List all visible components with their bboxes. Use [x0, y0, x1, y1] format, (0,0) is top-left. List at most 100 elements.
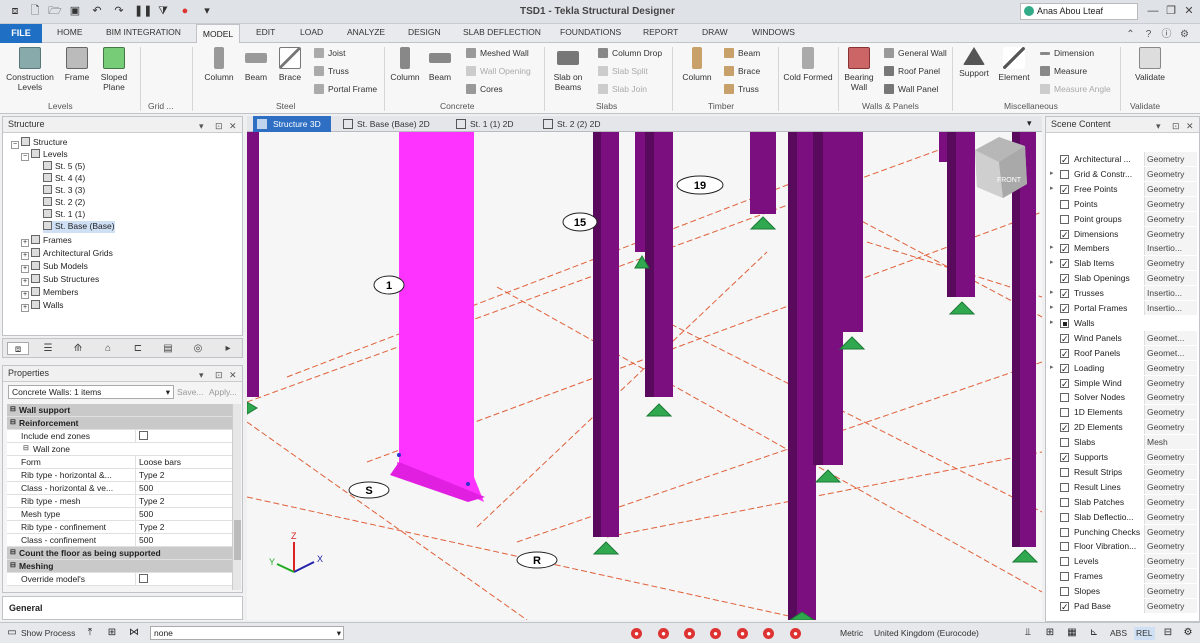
- property-row[interactable]: Rib type - confinement Type 2: [7, 521, 232, 534]
- tab-bim-integration[interactable]: BIM INTEGRATION: [106, 27, 181, 37]
- scene-item-style[interactable]: Geometry: [1144, 152, 1197, 166]
- scene-item[interactable]: Point groups Geometry: [1050, 211, 1197, 227]
- visibility-checkbox[interactable]: [1060, 318, 1069, 328]
- user-account[interactable]: Anas Abou Lteaf: [1020, 3, 1138, 20]
- sloped-plane-button[interactable]: Sloped Plane: [96, 47, 132, 92]
- visibility-checkbox[interactable]: [1060, 527, 1069, 537]
- construction-levels-button[interactable]: Construction Levels: [4, 47, 56, 92]
- frame-button[interactable]: Frame: [62, 47, 92, 82]
- tab-design[interactable]: DESIGN: [408, 27, 441, 37]
- checkbox[interactable]: [139, 431, 148, 440]
- property-section[interactable]: ⊟ Wall support: [7, 404, 232, 417]
- help-icon[interactable]: ?: [1142, 28, 1155, 41]
- property-section[interactable]: ⊟ Reinforcement: [7, 417, 232, 430]
- scene-item[interactable]: Levels Geometry: [1050, 554, 1197, 569]
- property-row[interactable]: Mesh type 500: [7, 508, 232, 521]
- members-tab-icon[interactable]: ⊏: [127, 342, 149, 355]
- pause-icon[interactable]: ❚❚: [134, 4, 152, 18]
- scene-item-style[interactable]: Geometry: [1144, 539, 1197, 554]
- locale-label[interactable]: United Kingdom (Eurocode): [874, 627, 979, 640]
- options-icon[interactable]: ⚙: [1178, 28, 1191, 41]
- property-row[interactable]: Class - horizontal & ve... 500: [7, 482, 232, 495]
- tree-node-sub-structures[interactable]: + Sub Structures: [21, 274, 99, 286]
- scene-item-style[interactable]: Geometry: [1144, 569, 1197, 584]
- info-icon[interactable]: ⓘ: [1160, 28, 1173, 41]
- wall-opening-button[interactable]: Wall Opening: [466, 65, 531, 77]
- wall-panel-button[interactable]: Wall Panel: [884, 83, 938, 95]
- expand-arrow-icon[interactable]: ▸: [1050, 182, 1054, 196]
- scene-item[interactable]: Slabs Mesh: [1050, 435, 1197, 450]
- scene-item-style[interactable]: Geometry: [1144, 256, 1197, 271]
- tab-edit[interactable]: EDIT: [256, 27, 275, 37]
- scene-item[interactable]: Floor Vibration... Geometry: [1050, 539, 1197, 554]
- scene-item[interactable]: Slopes Geometry: [1050, 584, 1197, 599]
- visibility-checkbox[interactable]: [1060, 272, 1069, 286]
- scene-item-style[interactable]: Geometry: [1144, 584, 1197, 599]
- expand-arrow-icon[interactable]: ▸: [1050, 316, 1054, 330]
- timber-truss-button[interactable]: Truss: [724, 83, 759, 95]
- visibility-checkbox[interactable]: [1060, 332, 1069, 346]
- 3d-viewport[interactable]: 19 15 1 S R FRONT Z X Y: [247, 132, 1042, 620]
- scene-item-style[interactable]: Insertio...: [1144, 301, 1197, 315]
- expand-arrow-icon[interactable]: ▸: [1050, 167, 1054, 181]
- visibility-checkbox[interactable]: [1060, 153, 1069, 167]
- visibility-checkbox[interactable]: [1060, 347, 1069, 361]
- scene-item-style[interactable]: Geometry: [1144, 360, 1197, 375]
- element-button[interactable]: Element: [996, 47, 1032, 82]
- scene-item-style[interactable]: Geometry: [1144, 271, 1197, 286]
- visibility-checkbox[interactable]: [1060, 438, 1069, 448]
- property-row[interactable]: Rib type - horizontal &... Type 2: [7, 469, 232, 482]
- visibility-checkbox[interactable]: [1060, 467, 1069, 477]
- tab-foundations[interactable]: FOUNDATIONS: [560, 27, 621, 37]
- visibility-checkbox[interactable]: [1060, 377, 1069, 391]
- snap-toggle-icon[interactable]: ●: [790, 628, 801, 639]
- property-value[interactable]: Type 2: [135, 469, 232, 481]
- scene-item[interactable]: Punching Checks Geometry: [1050, 524, 1197, 540]
- scene-item-style[interactable]: Geometry: [1144, 464, 1197, 479]
- filter-icon[interactable]: ⧩: [156, 4, 170, 18]
- scene-item[interactable]: Architectural ... Geometry: [1050, 152, 1197, 167]
- save-button[interactable]: Save...: [177, 387, 203, 397]
- expand-arrow-icon[interactable]: ▸: [1050, 361, 1054, 375]
- snap-toggle-icon[interactable]: ●: [763, 628, 774, 639]
- cold-formed-button[interactable]: Cold Formed: [782, 47, 834, 82]
- tree-node-level-4[interactable]: St. 4 (4): [43, 173, 85, 185]
- tree-node-levels[interactable]: − Levels: [21, 149, 68, 161]
- scene-item[interactable]: 2D Elements Geometry: [1050, 420, 1197, 435]
- close-icon[interactable]: ✕: [1182, 5, 1196, 18]
- scene-item-style[interactable]: Geometry: [1144, 599, 1197, 613]
- scene-item[interactable]: ▸ Trusses Insertio...: [1050, 286, 1197, 301]
- scene-item[interactable]: Result Strips Geometry: [1050, 464, 1197, 480]
- snap-icon[interactable]: ⊞: [106, 627, 118, 639]
- collapse-icon[interactable]: ⊟: [10, 547, 16, 559]
- timber-column-button[interactable]: Column: [682, 47, 712, 82]
- tree-node-sub-models[interactable]: + Sub Models: [21, 261, 88, 273]
- tree-node-level-base[interactable]: St. Base (Base): [43, 221, 115, 233]
- property-row[interactable]: Override model's: [7, 573, 232, 586]
- property-value[interactable]: Type 2: [135, 495, 232, 507]
- general-wall-button[interactable]: General Wall: [884, 47, 947, 59]
- visibility-checkbox[interactable]: [1060, 542, 1069, 552]
- visibility-checkbox[interactable]: [1060, 228, 1069, 242]
- brace-button[interactable]: Brace: [276, 47, 304, 82]
- more-tab-icon[interactable]: ▸: [217, 342, 239, 355]
- property-checkbox[interactable]: [135, 430, 232, 442]
- visibility-checkbox[interactable]: [1060, 199, 1069, 209]
- scene-item-style[interactable]: Insertio...: [1144, 241, 1197, 256]
- scene-item-style[interactable]: Geometry: [1144, 166, 1197, 181]
- tab-model[interactable]: MODEL: [196, 24, 240, 44]
- tab-slab-deflection[interactable]: SLAB DEFLECTION: [463, 27, 541, 37]
- truss-button[interactable]: Truss: [314, 65, 349, 77]
- scene-item[interactable]: Simple Wind Geometry: [1050, 375, 1197, 391]
- units-label[interactable]: Metric: [840, 627, 863, 640]
- groups-tab-icon[interactable]: ⌂: [97, 342, 119, 355]
- concrete-beam-button[interactable]: Beam: [426, 47, 454, 82]
- scene-item[interactable]: ▸ Free Points Geometry: [1050, 181, 1197, 197]
- scene-item[interactable]: ▸ Portal Frames Insertio...: [1050, 301, 1197, 316]
- measure-button[interactable]: Measure: [1040, 65, 1087, 77]
- tab-base-2d[interactable]: St. Base (Base) 2D: [339, 116, 430, 132]
- tab-level1-2d[interactable]: St. 1 (1) 2D: [452, 116, 513, 132]
- scene-item[interactable]: Points Geometry: [1050, 196, 1197, 212]
- visibility-checkbox[interactable]: [1060, 242, 1069, 256]
- levels-tab-icon[interactable]: ☰: [37, 342, 59, 355]
